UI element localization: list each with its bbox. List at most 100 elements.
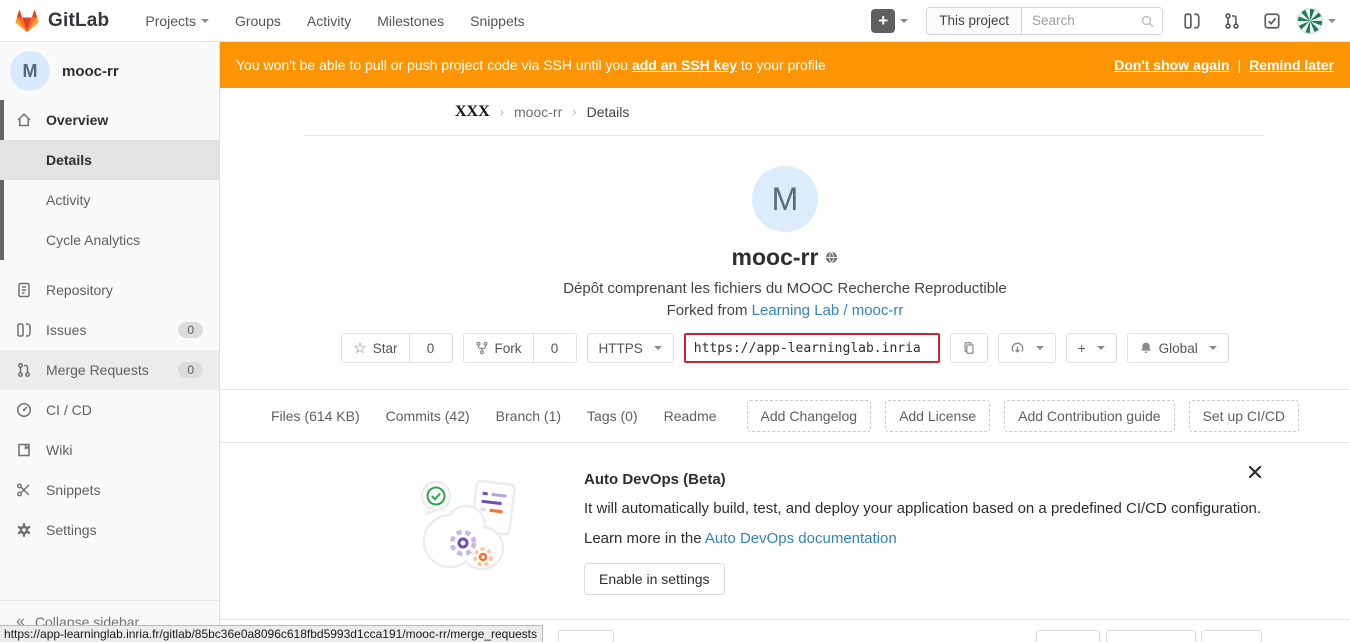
sidebar-item-details[interactable]: Details — [0, 140, 219, 180]
copy-icon — [962, 341, 976, 355]
sidebar-project-name: mooc-rr — [62, 63, 119, 80]
star-count-button[interactable]: 0 — [409, 333, 453, 363]
copy-url-button[interactable] — [950, 333, 988, 363]
sidebar-item-label: Snippets — [46, 482, 100, 498]
tab-commits[interactable]: Commits (42) — [386, 408, 470, 424]
partial-button[interactable] — [1036, 630, 1100, 642]
todos-icon[interactable] — [1263, 12, 1281, 30]
chevron-down-icon — [201, 19, 209, 27]
tab-tags[interactable]: Tags (0) — [587, 408, 638, 424]
sidebar-item-label: Settings — [46, 522, 97, 538]
nav-activity[interactable]: Activity — [307, 13, 351, 29]
autodevops-doc-link[interactable]: Auto DevOps documentation — [705, 530, 897, 547]
autodevops-text: Auto DevOps (Beta) It will automatically… — [584, 463, 1261, 595]
project-header: M mooc-rr Dépôt comprenant les fichiers … — [220, 136, 1350, 363]
top-nav: Projects Groups Activity Milestones Snip… — [145, 13, 524, 29]
tab-readme[interactable]: Readme — [664, 408, 717, 424]
sidebar-item-merge-requests[interactable]: Merge Requests 0 — [0, 350, 219, 390]
sidebar-item-wiki[interactable]: Wiki — [0, 430, 219, 470]
sidebar-item-ci-cd[interactable]: CI / CD — [0, 390, 219, 430]
sidebar-item-settings[interactable]: Settings — [0, 510, 219, 550]
header-search: This project — [926, 7, 1163, 35]
sidebar-item-issues[interactable]: Issues 0 — [0, 310, 219, 350]
autodevops-illustration — [408, 463, 534, 581]
nav-snippets[interactable]: Snippets — [470, 13, 524, 29]
nav-milestones[interactable]: Milestones — [377, 13, 444, 29]
tanuki-icon — [14, 8, 40, 34]
sidebar-item-label: Repository — [46, 282, 113, 298]
sidebar-item-label: Cycle Analytics — [46, 232, 140, 248]
chevron-down-icon — [654, 346, 662, 354]
autodevops-title: Auto DevOps (Beta) — [584, 471, 1261, 488]
add-license-button[interactable]: Add License — [885, 400, 990, 432]
sidebar-item-activity[interactable]: Activity — [0, 180, 219, 220]
partial-button[interactable] — [558, 630, 614, 642]
book-icon — [16, 442, 32, 458]
chevron-down-icon — [1097, 346, 1105, 354]
remind-later-link[interactable]: Remind later — [1249, 57, 1334, 73]
document-icon — [16, 282, 32, 298]
close-icon[interactable] — [1248, 465, 1262, 479]
add-file-dropdown[interactable]: + — [1066, 333, 1117, 363]
star-button[interactable]: ☆Star — [341, 333, 409, 363]
autodevops-body: It will automatically build, test, and d… — [584, 500, 1261, 517]
forked-from-link[interactable]: Learning Lab / mooc-rr — [752, 302, 904, 319]
nav-groups[interactable]: Groups — [235, 13, 281, 29]
gauge-icon — [16, 402, 32, 418]
fork-icon — [475, 341, 489, 355]
project-title: mooc-rr — [732, 244, 819, 271]
add-buttons-group: Add Changelog Add License Add Contributi… — [747, 400, 1300, 432]
add-changelog-button[interactable]: Add Changelog — [747, 400, 872, 432]
breadcrumb-project-link[interactable]: mooc-rr — [514, 104, 562, 120]
download-icon — [1010, 341, 1025, 356]
breadcrumb-separator-icon: › — [500, 104, 504, 119]
bell-icon — [1139, 341, 1153, 355]
sidebar-item-label: Merge Requests — [46, 362, 149, 378]
sidebar-item-label: Details — [46, 152, 92, 168]
banner-separator: | — [1238, 57, 1242, 73]
notifications-dropdown[interactable]: Global — [1127, 333, 1229, 363]
sidebar-item-label: Overview — [46, 112, 108, 128]
breadcrumb-separator-icon: › — [572, 104, 576, 119]
issues-icon[interactable] — [1183, 12, 1201, 30]
merge-requests-icon[interactable] — [1223, 12, 1241, 30]
user-menu[interactable] — [1297, 8, 1336, 34]
nav-projects[interactable]: Projects — [145, 13, 209, 29]
header-icon-group — [1183, 12, 1281, 30]
protocol-dropdown[interactable]: HTTPS — [587, 333, 674, 363]
chevron-down-icon — [1209, 346, 1217, 354]
add-ssh-key-link[interactable]: add an SSH key — [632, 57, 737, 73]
partial-button[interactable] — [1201, 630, 1262, 642]
sidebar-project-context[interactable]: M mooc-rr — [0, 42, 219, 100]
browser-status-bar: https://app-learninglab.inria.fr/gitlab/… — [0, 625, 543, 642]
fork-count-button[interactable]: 0 — [533, 333, 577, 363]
gitlab-logo[interactable]: GitLab — [14, 8, 109, 34]
sidebar-item-snippets[interactable]: Snippets — [0, 470, 219, 510]
breadcrumb-current: Details — [587, 104, 630, 120]
project-avatar: M — [752, 166, 818, 232]
breadcrumb: XXX › mooc-rr › Details — [305, 88, 1265, 136]
forked-from-line: Forked from Learning Lab / mooc-rr — [220, 302, 1350, 319]
enable-in-settings-button[interactable]: Enable in settings — [584, 563, 725, 595]
sidebar-item-repository[interactable]: Repository — [0, 270, 219, 310]
sidebar-item-overview[interactable]: Overview — [0, 100, 219, 140]
top-header: GitLab Projects Groups Activity Mileston… — [0, 0, 1350, 42]
search-scope-label[interactable]: This project — [927, 8, 1022, 34]
dont-show-again-link[interactable]: Don't show again — [1114, 57, 1229, 73]
setup-ci-cd-button[interactable]: Set up CI/CD — [1189, 400, 1299, 432]
sidebar-item-label: Activity — [46, 192, 90, 208]
breadcrumb-user[interactable]: XXX — [455, 103, 490, 121]
sidebar-item-cycle-analytics[interactable]: Cycle Analytics — [0, 220, 219, 260]
partial-button[interactable] — [1106, 630, 1196, 642]
fork-button[interactable]: Fork — [463, 333, 534, 363]
new-menu-button[interactable]: + — [871, 9, 908, 33]
tab-files[interactable]: Files (614 KB) — [271, 408, 360, 424]
star-group: ☆Star 0 — [341, 333, 452, 363]
clone-url-input[interactable] — [684, 333, 940, 363]
public-globe-icon — [825, 251, 838, 264]
tab-branch[interactable]: Branch (1) — [496, 408, 561, 424]
plus-icon: + — [871, 9, 895, 33]
download-dropdown[interactable] — [998, 333, 1056, 363]
add-contribution-guide-button[interactable]: Add Contribution guide — [1004, 400, 1174, 432]
project-actions-row: ☆Star 0 Fork 0 HTTPS — [220, 333, 1350, 363]
